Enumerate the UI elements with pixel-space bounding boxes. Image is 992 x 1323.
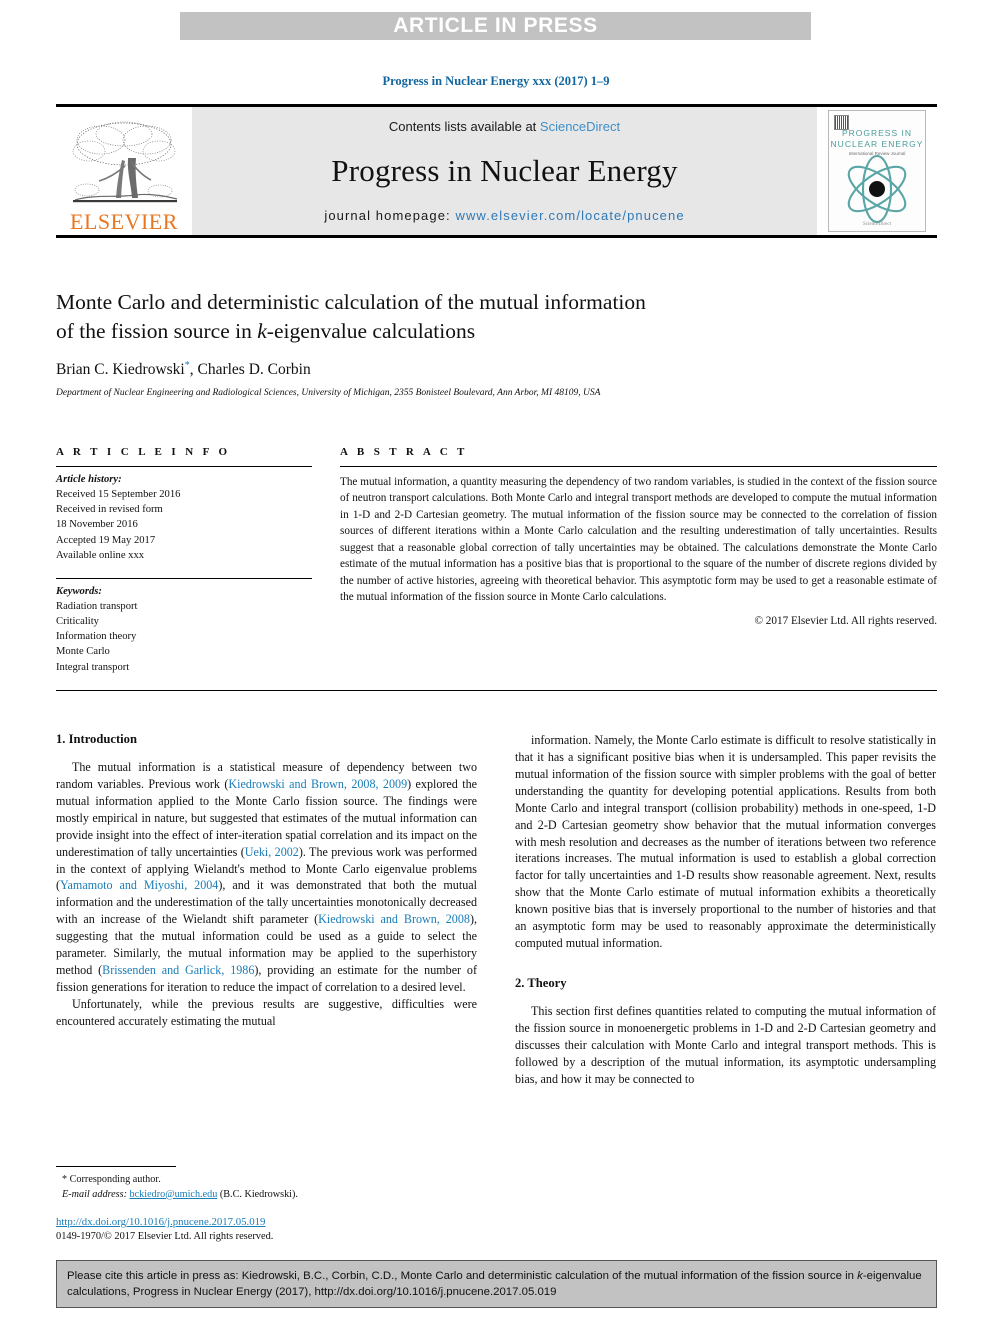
journal-homepage-line: journal homepage: www.elsevier.com/locat… xyxy=(324,208,684,223)
body-column-left: 1. Introduction The mutual information i… xyxy=(56,732,477,1088)
title-line-2-suffix: -eigenvalue calculations xyxy=(266,318,476,343)
cover-title-line1: PROGRESS IN xyxy=(841,128,913,138)
footnote-rule xyxy=(56,1166,176,1167)
keyword-item: Criticality xyxy=(56,616,99,628)
author-list: Brian C. Kiedrowski*, Charles D. Corbin xyxy=(56,360,936,379)
elsevier-wordmark: ELSEVIER xyxy=(70,209,178,234)
email-label: E-mail address: xyxy=(62,1188,127,1200)
corresponding-author-note: * Corresponding author. xyxy=(62,1174,161,1185)
paragraph-intro-2: Unfortunately, while the previous result… xyxy=(56,996,477,1028)
cover-title-line2: NUCLEAR ENERGY xyxy=(830,139,924,149)
article-in-press-banner: ARTICLE IN PRESS xyxy=(180,12,811,40)
cite-line-1: Please cite this article in press as: Ki… xyxy=(67,1270,770,1282)
keyword-item: Information theory xyxy=(56,631,137,643)
body-columns: 1. Introduction The mutual information i… xyxy=(56,732,937,1088)
cite-article-box: Please cite this article in press as: Ki… xyxy=(56,1260,937,1308)
footnote-block: * Corresponding author. E-mail address: … xyxy=(56,1166,477,1203)
journal-masthead: ELSEVIER Contents lists available at Sci… xyxy=(56,104,937,238)
journal-cover-thumbnail: PROGRESS IN NUCLEAR ENERGY International… xyxy=(817,107,937,235)
elsevier-tree-icon xyxy=(72,121,178,203)
history-item: 18 November 2016 xyxy=(56,519,138,531)
doi-link[interactable]: http://dx.doi.org/10.1016/j.pnucene.2017… xyxy=(56,1216,265,1228)
keyword-item: Radiation transport xyxy=(56,600,138,612)
masthead-center: Contents lists available at ScienceDirec… xyxy=(192,107,817,235)
email-link[interactable]: bckiedro@umich.edu xyxy=(130,1189,218,1200)
author-first: Brian C. Kiedrowski xyxy=(56,361,185,379)
citation-kiedrowski-brown-2008[interactable]: Kiedrowski and Brown, 2008 xyxy=(318,912,470,926)
body-column-right: information. Namely, the Monte Carlo est… xyxy=(515,732,936,1088)
title-line-1: Monte Carlo and deterministic calculatio… xyxy=(56,290,646,314)
citation-brissenden-garlick-1986[interactable]: Brissenden and Garlick, 1986 xyxy=(102,963,254,977)
cite-article-text: Please cite this article in press as: Ki… xyxy=(67,1268,926,1300)
contents-prefix: Contents lists available at xyxy=(388,119,540,134)
history-item: Available online xxx xyxy=(56,549,145,561)
article-history: Article history: Received 15 September 2… xyxy=(56,467,312,563)
cover-footer: ScienceDirect xyxy=(862,222,892,227)
body-separator-rule xyxy=(56,690,937,691)
atom-icon xyxy=(847,154,907,224)
abstract-text: The mutual information, a quantity measu… xyxy=(340,476,937,604)
keywords-label: Keywords: xyxy=(56,585,102,597)
history-item: Received 15 September 2016 xyxy=(56,489,181,501)
title-block: Monte Carlo and deterministic calculatio… xyxy=(56,288,936,398)
keyword-item: Integral transport xyxy=(56,661,130,673)
abstract-heading: A B S T R A C T xyxy=(340,446,468,458)
article-info-heading: A R T I C L E I N F O xyxy=(56,446,231,458)
article-info-column: A R T I C L E I N F O Article history: R… xyxy=(56,446,312,675)
title-k-italic: k xyxy=(257,318,267,343)
paragraph-theory-1: This section first defines quantities re… xyxy=(515,1003,936,1086)
history-item: Accepted 19 May 2017 xyxy=(56,534,156,546)
citation-yamamoto-miyoshi-2004[interactable]: Yamamoto and Miyoshi, 2004 xyxy=(60,878,218,892)
author-rest: , Charles D. Corbin xyxy=(189,361,311,379)
affiliation: Department of Nuclear Engineering and Ra… xyxy=(56,388,601,399)
issn-copyright: 0149-1970/© 2017 Elsevier Ltd. All right… xyxy=(56,1230,274,1242)
citation-ueki-2002[interactable]: Ueki, 2002 xyxy=(245,845,299,859)
article-history-label: Article history: xyxy=(56,474,122,485)
abstract-copyright: © 2017 Elsevier Ltd. All rights reserved… xyxy=(754,614,938,627)
cover-box: PROGRESS IN NUCLEAR ENERGY International… xyxy=(828,110,926,232)
homepage-prefix: journal homepage: xyxy=(324,208,456,223)
email-note: E-mail address: bckiedro@umich.edu (B.C.… xyxy=(56,1188,477,1203)
running-head: Progress in Nuclear Energy xxx (2017) 1–… xyxy=(382,74,610,88)
journal-homepage-link[interactable]: www.elsevier.com/locate/pnucene xyxy=(455,208,684,223)
sciencedirect-link[interactable]: ScienceDirect xyxy=(540,119,620,134)
section-heading-theory: 2. Theory xyxy=(515,975,567,990)
paragraph-intro-1: The mutual information is a statistical … xyxy=(56,759,477,996)
doi-block: http://dx.doi.org/10.1016/j.pnucene.2017… xyxy=(56,1215,556,1244)
citation-kiedrowski-brown-2008-2009[interactable]: Kiedrowski and Brown, 2008, 2009 xyxy=(228,777,407,791)
page-title: Monte Carlo and deterministic calculatio… xyxy=(56,288,936,345)
title-line-2-prefix: of the fission source in xyxy=(56,318,258,343)
journal-title: Progress in Nuclear Energy xyxy=(331,153,678,188)
article-in-press-label: ARTICLE IN PRESS xyxy=(393,14,598,37)
email-owner: (B.C. Kiedrowski). xyxy=(219,1188,298,1200)
history-item: Received in revised form xyxy=(56,504,163,516)
keyword-item: Monte Carlo xyxy=(56,646,110,658)
contents-available-line: Contents lists available at ScienceDirec… xyxy=(389,119,620,134)
elsevier-logo: ELSEVIER xyxy=(56,107,192,235)
info-abstract-region: A R T I C L E I N F O Article history: R… xyxy=(56,446,937,675)
section-heading-introduction: 1. Introduction xyxy=(56,732,137,746)
cite-line-2-prefix: fission source in xyxy=(772,1270,858,1282)
keywords-block: Keywords: Radiation transport Criticalit… xyxy=(56,577,312,675)
keywords-list: Keywords: Radiation transport Criticalit… xyxy=(56,579,312,675)
abstract-column: A B S T R A C T The mutual information, … xyxy=(340,446,937,675)
paragraph-right-1: information. Namely, the Monte Carlo est… xyxy=(515,733,936,951)
